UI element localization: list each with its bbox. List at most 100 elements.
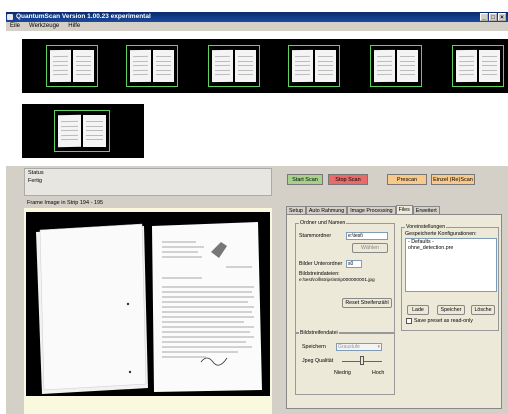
text-line (61, 125, 78, 128)
text-line (294, 65, 311, 67)
minimize-button[interactable]: _ (480, 13, 488, 21)
text-line (75, 56, 92, 58)
text-line (294, 56, 311, 58)
text-line (61, 130, 78, 132)
text-line (155, 60, 172, 62)
text-line (75, 60, 92, 62)
stop-scan-button[interactable]: Stop Scan (328, 174, 368, 185)
root-folder-field[interactable]: e:\test\ (346, 232, 388, 240)
quality-low-label: Niedrig (334, 370, 351, 376)
text-line (155, 65, 172, 67)
text-line (458, 69, 475, 71)
strip-files-label: Bildstreindateien: (299, 271, 340, 277)
menu-tools[interactable]: Werkzeuge (29, 22, 59, 31)
text-line (458, 60, 475, 63)
save-preset-button[interactable]: Speicher (437, 305, 465, 315)
readonly-checkbox[interactable] (406, 318, 412, 324)
text-line (458, 56, 475, 58)
text-line (237, 69, 254, 71)
frame-thumbnail[interactable] (288, 45, 340, 87)
frame-thumbnail[interactable] (54, 110, 110, 152)
frame-thumbnail[interactable] (370, 45, 422, 87)
reset-strip-counter-button[interactable]: Reset Streifenzähl (342, 298, 392, 308)
frame-thumbnail[interactable] (126, 45, 178, 87)
load-preset-button[interactable]: Lade (407, 305, 429, 315)
text-line (86, 139, 103, 141)
presets-list[interactable]: - Defaults - ohne_detection.pre (405, 238, 497, 292)
subfolder-field[interactable]: s0 (346, 260, 362, 268)
text-line (458, 74, 475, 76)
thumbnail-page (73, 50, 94, 82)
text-line (481, 74, 498, 76)
chevron-down-icon: ▾ (377, 344, 380, 350)
text-line (214, 56, 231, 58)
text-line (132, 56, 149, 58)
maximize-button[interactable]: □ (489, 13, 497, 21)
title-bar: QuantumScan Version 1.00.23 experimental… (6, 12, 508, 22)
text-line (52, 74, 69, 76)
folder-names-title: Ordner und Namen (299, 220, 347, 226)
scanned-book-image (36, 222, 262, 394)
text-line (317, 74, 334, 76)
thumbnail-page (153, 50, 174, 82)
text-line (317, 56, 334, 58)
text-line (75, 65, 92, 67)
quality-high-label: Hoch (372, 370, 385, 376)
app-icon (7, 14, 13, 20)
text-line (52, 60, 69, 63)
text-line (481, 60, 498, 62)
text-line (155, 56, 172, 58)
prescan-button[interactable]: Prescan (387, 174, 427, 185)
start-scan-button[interactable]: Start Scan (287, 174, 323, 185)
frame-thumbnail[interactable] (452, 45, 504, 87)
text-line (52, 69, 69, 71)
saved-configs-label: Gespeicherte Konfigurationen: (405, 231, 477, 237)
save-mode-value: Graustufe (338, 344, 360, 350)
text-line (75, 69, 92, 71)
thumbnail-page (292, 49, 313, 83)
text-line (399, 69, 416, 71)
browse-folder-button[interactable]: Wählen (352, 243, 388, 253)
text-line (458, 65, 475, 67)
text-line (86, 121, 103, 123)
frame-info: Frame Image in Strip 194 - 195 (27, 200, 104, 206)
window-title: QuantumScan Version 1.00.23 experimental (16, 13, 151, 20)
close-button[interactable]: × (498, 13, 506, 21)
text-line (376, 65, 393, 67)
list-item[interactable]: ohne_detection.pre (406, 245, 496, 251)
delete-preset-button[interactable]: Lösche (471, 305, 495, 315)
text-line (294, 69, 311, 71)
text-line (132, 69, 149, 71)
text-line (237, 56, 254, 58)
text-line (52, 65, 69, 67)
jpeg-quality-label: Jpeg Qualität (302, 358, 334, 364)
menu-help[interactable]: Hilfe (68, 22, 80, 31)
text-line (86, 130, 103, 132)
jpeg-quality-slider[interactable] (360, 356, 364, 365)
filmstrip-top[interactable] (22, 39, 508, 93)
text-line (52, 56, 69, 58)
text-line (317, 65, 334, 67)
window-controls: _ □ × (480, 13, 506, 21)
text-line (237, 74, 254, 76)
frame-thumbnail[interactable] (208, 45, 260, 87)
text-line (237, 60, 254, 62)
single-rescan-button[interactable]: Einzel (Re)Scan (431, 174, 475, 185)
text-line (214, 69, 231, 71)
text-line (132, 60, 149, 63)
presets-group: Voreinstellungen Gespeicherte Konfigurat… (401, 224, 499, 331)
frame-thumbnail[interactable] (46, 45, 98, 87)
strip-file-path: e:\test\roll\strips\strip000000001.jpg (299, 278, 375, 283)
text-line (399, 65, 416, 67)
text-line (214, 74, 231, 76)
files-tab-panel: Ordner und Namen Stammordner e:\test\ Wä… (286, 214, 502, 409)
text-line (155, 69, 172, 71)
text-line (132, 74, 149, 76)
thumbnail-page (479, 50, 500, 82)
menu-file[interactable]: Eile (10, 22, 20, 31)
text-line (132, 65, 149, 67)
text-line (399, 60, 416, 62)
filmstrip-second[interactable] (22, 104, 144, 158)
save-mode-select[interactable]: Graustufe ▾ (336, 343, 382, 351)
text-line (86, 134, 103, 136)
